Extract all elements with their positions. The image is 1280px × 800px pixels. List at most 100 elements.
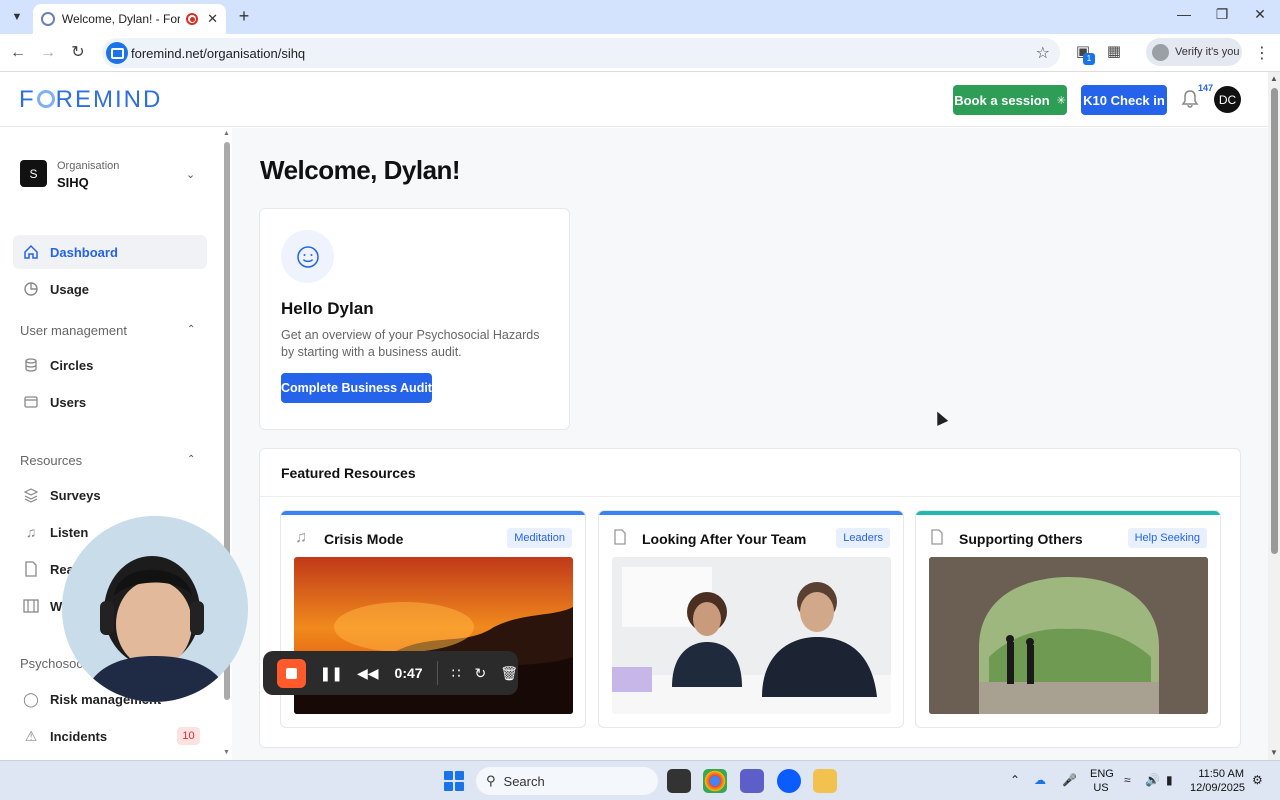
tab-title: Welcome, Dylan! - Foremind (61, 12, 181, 26)
resource-tag[interactable]: Meditation (507, 528, 572, 548)
tray-chevron-up-icon[interactable]: ⌃ (1010, 773, 1020, 787)
user-management-chevron-up-icon[interactable]: ⌃ (187, 324, 195, 335)
k10-checkin-button[interactable]: K10 Check in (1081, 85, 1167, 115)
zoom-icon[interactable] (777, 769, 801, 793)
pause-icon[interactable]: ❚❚ (320, 665, 343, 682)
resources-chevron-up-icon[interactable]: ⌃ (187, 454, 195, 465)
resource-tag[interactable]: Help Seeking (1127, 528, 1207, 548)
resource-accent-bar (281, 511, 585, 515)
url-text[interactable]: foremind.net/organisation/sihq (131, 46, 305, 61)
sidebar-item-label: Usage (50, 281, 90, 297)
user-avatar[interactable]: DC (1214, 86, 1241, 113)
onedrive-icon[interactable]: ☁ (1034, 773, 1046, 787)
music-icon: ♫ (25, 524, 37, 540)
database-icon (22, 356, 40, 374)
sidebar-item-label: Listen (50, 524, 89, 540)
resource-card-looking-after-your-team[interactable]: Looking After Your Team Leaders (598, 510, 904, 728)
scroll-down-icon[interactable]: ▼ (1270, 748, 1278, 757)
volume-icon[interactable]: 🔊 (1145, 773, 1160, 787)
book-session-button[interactable]: Book a session ✳ (953, 85, 1067, 115)
scroll-up-icon[interactable]: ▲ (1270, 74, 1278, 83)
org-avatar[interactable]: S (20, 160, 47, 187)
restore-icon[interactable]: ❐ (1210, 6, 1234, 23)
grid-dots-icon[interactable]: ∷ (452, 665, 461, 682)
reload-icon[interactable]: ↻ (68, 43, 88, 63)
stop-recording-button[interactable] (277, 658, 306, 688)
org-chevron-down-icon[interactable]: ⌄ (186, 168, 195, 181)
profile-avatar (1152, 43, 1169, 61)
taskbar-search-label: Search (503, 773, 545, 789)
new-tab-button[interactable]: + (234, 6, 254, 26)
page-title: Welcome, Dylan! (260, 155, 461, 185)
resource-title: Crisis Mode (324, 531, 404, 547)
resource-card-supporting-others[interactable]: Supporting Others Help Seeking (915, 510, 1221, 728)
sidebar-item-dashboard[interactable]: Dashboard (13, 235, 207, 269)
bell-icon[interactable] (1180, 89, 1200, 111)
sidebar-item-circles[interactable]: Circles (13, 348, 207, 382)
profile-button[interactable]: Verify it's you (1146, 38, 1242, 66)
scroll-down-icon[interactable]: ▼ (223, 749, 230, 756)
clock-time: 11:50 AM (1198, 768, 1244, 780)
music-icon: ♫ (295, 529, 307, 546)
sidebar-item-surveys[interactable]: Surveys (13, 478, 207, 512)
pie-chart-icon (22, 280, 40, 298)
browser-menu-icon[interactable]: ⋮ (1254, 43, 1270, 63)
taskview-icon[interactable] (667, 769, 691, 793)
region-code: US (1093, 782, 1109, 794)
microphone-icon[interactable]: 🎤 (1062, 773, 1077, 787)
close-tab-icon[interactable]: ✕ (207, 11, 218, 27)
meeting-image (612, 557, 891, 714)
divider (260, 496, 1240, 497)
back-icon[interactable]: ← (8, 43, 28, 63)
battery-icon[interactable]: ▮ (1166, 773, 1173, 787)
chrome-icon[interactable] (703, 769, 727, 793)
user-management-heading: User management (20, 323, 127, 338)
page-scroll-thumb[interactable] (1271, 88, 1278, 554)
resource-tag[interactable]: Leaders (836, 528, 890, 548)
wifi-icon[interactable]: ≈ (1124, 773, 1131, 787)
address-bar[interactable]: foremind.net/organisation/sihq ☆ (102, 38, 1060, 68)
complete-audit-button[interactable]: Complete Business Audit (281, 373, 432, 403)
close-window-icon[interactable]: ✕ (1248, 6, 1272, 23)
org-label: Organisation (57, 160, 120, 172)
restart-icon[interactable]: ↻ (474, 665, 486, 682)
foremind-logo[interactable]: F REMIND (19, 86, 162, 114)
teams-icon[interactable] (740, 769, 764, 793)
tunnel-image (929, 557, 1208, 714)
recording-indicator-icon (186, 13, 199, 25)
windows-start-icon[interactable] (444, 771, 464, 791)
org-name[interactable]: SIHQ (57, 175, 89, 190)
minimize-icon[interactable]: — (1172, 6, 1196, 22)
browser-tab[interactable]: Welcome, Dylan! - Foremind ✕ (33, 4, 226, 34)
file-explorer-icon[interactable] (813, 769, 837, 793)
trash-icon[interactable]: 🗑 (500, 665, 518, 682)
page-scrollbar[interactable]: ▲ ▼ (1268, 72, 1280, 760)
site-info-icon[interactable] (106, 42, 128, 64)
webcam-bubble[interactable] (62, 516, 248, 702)
clock-date: 12/09/2025 (1190, 782, 1246, 794)
notifications-icon[interactable]: ⚙ (1252, 773, 1263, 787)
home-icon (22, 243, 40, 261)
hello-description: Get an overview of your Psychosocial Haz… (281, 328, 540, 359)
featured-resources-card: Featured Resources ♫ Crisis Mode Meditat… (259, 448, 1241, 748)
bookmark-star-icon[interactable]: ☆ (1036, 43, 1050, 63)
taskbar-search[interactable]: ⚲ Search (476, 767, 658, 795)
sidebar-item-label: Circles (50, 357, 94, 373)
scroll-up-icon[interactable]: ▲ (223, 130, 230, 137)
rewind-icon[interactable]: ◀◀ (357, 665, 379, 682)
sidebar-item-users[interactable]: Users (13, 385, 207, 419)
browser-toolbar: ← → ↻ foremind.net/organisation/sihq ☆ ▣… (0, 34, 1280, 72)
language-indicator[interactable]: ENG US (1090, 767, 1114, 795)
notification-count: 147 (1198, 83, 1214, 93)
tab-favicon-icon (41, 12, 55, 26)
extensions-puzzle-icon[interactable]: ▦ (1103, 42, 1125, 64)
forward-icon[interactable]: → (38, 43, 58, 63)
sparkle-icon: ✳ (1056, 94, 1066, 107)
tab-search-chevron-icon[interactable]: ▼ (6, 7, 28, 27)
users-icon (22, 393, 40, 411)
language-code: ENG (1090, 768, 1114, 780)
extension-badge: 1 (1083, 53, 1095, 65)
resource-card-crisis-mode[interactable]: ♫ Crisis Mode Meditation (280, 510, 586, 728)
sidebar-item-usage[interactable]: Usage (13, 272, 207, 306)
system-clock[interactable]: 11:50 AM 12/09/2025 (1190, 767, 1246, 795)
